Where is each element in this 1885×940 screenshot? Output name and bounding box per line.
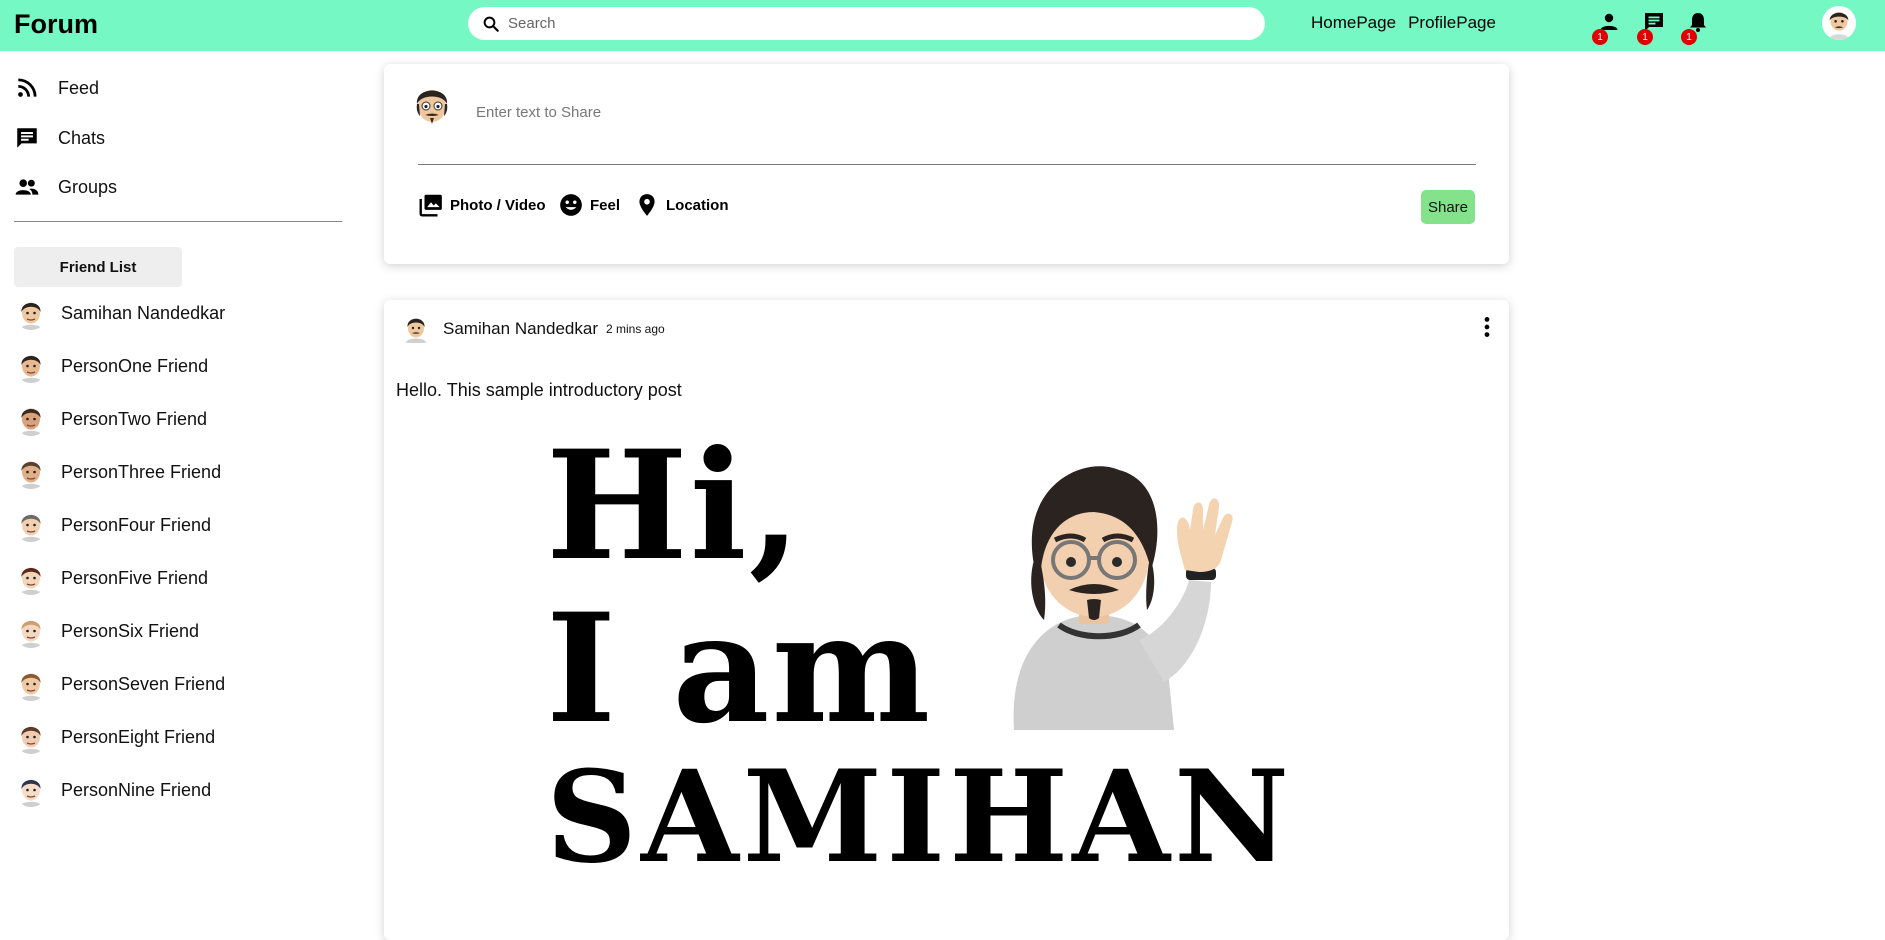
friend-name: PersonSeven Friend — [61, 673, 226, 694]
friend-avatar — [14, 667, 48, 701]
friend-name: PersonThree Friend — [61, 461, 222, 482]
sidebar-item-groups[interactable]: Groups — [14, 172, 117, 202]
friend-list-item[interactable]: PersonTwo Friend — [14, 401, 207, 437]
sidebar-item-chats[interactable]: Chats — [14, 123, 105, 153]
share-button[interactable]: Share — [1421, 190, 1475, 224]
location-pin-icon — [639, 194, 655, 216]
location-option[interactable]: Location — [634, 192, 729, 218]
share-text-input[interactable] — [476, 98, 1376, 126]
feel-option[interactable]: Feel — [558, 192, 620, 218]
photo-video-label: Photo / Video — [450, 196, 546, 214]
friend-avatar — [14, 508, 48, 542]
messages-badge: 1 — [1637, 29, 1653, 45]
friend-list-item[interactable]: PersonFive Friend — [14, 560, 208, 596]
friend-list-item[interactable]: PersonOne Friend — [14, 348, 208, 384]
friend-avatar — [14, 720, 48, 754]
messages-button[interactable]: 1 — [1637, 9, 1667, 45]
friend-avatar — [14, 773, 48, 807]
share-divider — [418, 164, 1476, 165]
friend-name: PersonNine Friend — [61, 779, 212, 800]
friend-requests-button[interactable]: 1 — [1592, 9, 1622, 45]
friend-avatar — [14, 296, 48, 330]
post-image: Hi, I am SAMIHAN — [384, 428, 1509, 940]
friend-list-item[interactable]: PersonNine Friend — [14, 772, 211, 808]
sidebar-item-label: Groups — [58, 176, 118, 197]
smiley-icon — [560, 194, 582, 216]
search-bar[interactable] — [468, 7, 1265, 40]
friend-list-item[interactable]: PersonFour Friend — [14, 507, 211, 543]
feel-label: Feel — [590, 196, 621, 214]
group-icon — [15, 179, 39, 195]
left-sidebar: Feed Chats Groups Friend List Samihan Na… — [0, 51, 350, 892]
friend-list-button[interactable]: Friend List — [14, 247, 182, 287]
search-icon — [483, 16, 499, 32]
search-input[interactable] — [508, 15, 1228, 32]
post-image-line: I am — [546, 581, 933, 757]
nav-homepage-link[interactable]: HomePage — [1311, 13, 1396, 33]
friend-avatar — [14, 349, 48, 383]
location-label: Location — [666, 196, 729, 214]
friend-requests-badge: 1 — [1592, 29, 1608, 45]
avatar-face-icon — [1822, 6, 1856, 40]
friend-name: PersonSix Friend — [61, 620, 200, 641]
share-avatar — [416, 90, 448, 124]
user-avatar[interactable] — [1822, 6, 1856, 40]
app-logo[interactable]: Forum — [14, 9, 98, 40]
rss-feed-icon — [18, 78, 37, 97]
nav-profilepage-link[interactable]: ProfilePage — [1408, 13, 1496, 33]
nav-links: HomePage ProfilePage — [1311, 13, 1496, 33]
post-author-name[interactable]: Samihan Nandedkar — [443, 319, 598, 339]
post-card: Samihan Nandedkar 2 mins ago Hello. This… — [384, 300, 1509, 940]
sidebar-item-feed[interactable]: Feed — [14, 73, 99, 103]
friend-name: Samihan Nandedkar — [61, 302, 226, 323]
friend-name: PersonOne Friend — [61, 355, 209, 376]
friend-list-item[interactable]: PersonSix Friend — [14, 613, 199, 649]
post-timestamp: 2 mins ago — [606, 322, 665, 336]
notifications-badge: 1 — [1681, 29, 1697, 45]
friend-name: PersonFour Friend — [61, 514, 212, 535]
friend-avatar — [14, 614, 48, 648]
photo-library-icon — [419, 194, 442, 217]
more-vert-icon[interactable] — [1474, 314, 1500, 340]
friend-avatar — [14, 455, 48, 489]
friend-list-item[interactable]: PersonThree Friend — [14, 454, 221, 490]
sidebar-item-label: Chats — [58, 127, 106, 148]
photo-video-option[interactable]: Photo / Video — [418, 192, 546, 218]
post-image-line: Hi, — [546, 428, 803, 594]
share-post-card: Photo / Video Feel Location Share — [384, 64, 1509, 264]
friend-list-item[interactable]: PersonSeven Friend — [14, 666, 225, 702]
top-bar: Forum HomePage ProfilePage 1 1 1 — [0, 0, 1885, 51]
friend-list-item[interactable]: Samihan Nandedkar — [14, 295, 225, 331]
post-text: Hello. This sample introductory post — [396, 380, 682, 400]
friend-avatar — [14, 402, 48, 436]
friend-name: PersonEight Friend — [61, 726, 216, 747]
friend-name: PersonFive Friend — [61, 567, 209, 588]
friend-avatar — [14, 561, 48, 595]
sidebar-divider — [14, 221, 342, 222]
friend-name: PersonTwo Friend — [61, 408, 208, 429]
waving-memoji-illustration — [1013, 466, 1233, 730]
post-author-avatar[interactable] — [402, 313, 430, 343]
friend-list-item[interactable]: PersonEight Friend — [14, 719, 215, 755]
post-image-line: SAMIHAN — [546, 743, 1294, 891]
notifications-button[interactable]: 1 — [1681, 9, 1711, 45]
chat-icon — [17, 128, 37, 148]
sidebar-item-label: Feed — [58, 77, 100, 98]
